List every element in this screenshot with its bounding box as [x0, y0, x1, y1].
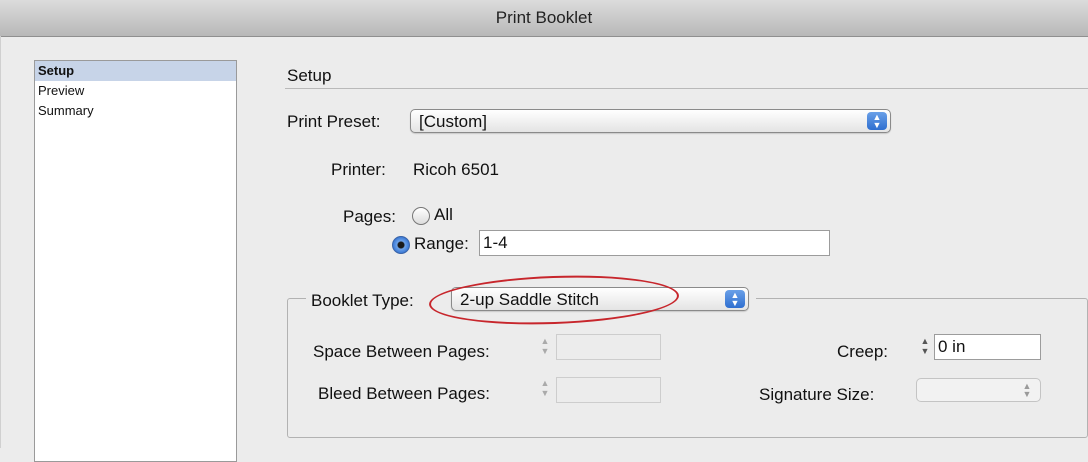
booklet-type-label: Booklet Type: [311, 291, 414, 310]
booklet-group-box [287, 298, 1088, 438]
pages-range-label: Range: [414, 234, 469, 253]
printer-label: Printer: [331, 160, 386, 179]
pages-label: Pages: [343, 207, 396, 226]
popup-arrows-icon: ▲ ▼ [725, 290, 745, 308]
space-between-pages-stepper[interactable]: ▲ ▼ [538, 336, 552, 362]
window-edge [0, 36, 1, 448]
section-heading: Setup [287, 66, 332, 85]
pages-range-input[interactable]: 1-4 [479, 230, 830, 256]
space-between-pages-label: Space Between Pages: [313, 342, 490, 361]
space-between-pages-input[interactable] [556, 334, 661, 360]
creep-stepper[interactable]: ▲ ▼ [918, 336, 932, 362]
print-preset-value: [Custom] [419, 112, 488, 131]
bleed-between-pages-label: Bleed Between Pages: [318, 384, 491, 403]
pages-all-label: All [434, 205, 453, 224]
window-title: Print Booklet [0, 0, 1088, 37]
creep-input[interactable]: 0 in [934, 334, 1041, 360]
sidebar-item-summary[interactable]: Summary [35, 101, 236, 121]
signature-size-label: Signature Size: [759, 385, 875, 404]
pages-all-radio[interactable] [412, 207, 430, 225]
bleed-between-pages-stepper[interactable]: ▲ ▼ [538, 378, 552, 404]
sidebar-item-preview[interactable]: Preview [35, 81, 236, 101]
print-preset-popup[interactable]: [Custom] ▲ ▼ [410, 109, 891, 133]
popup-arrows-icon: ▲ ▼ [1022, 381, 1032, 399]
creep-label: Creep: [837, 342, 889, 361]
printer-value: Ricoh 6501 [413, 160, 500, 179]
bleed-between-pages-input[interactable] [556, 377, 661, 403]
signature-size-popup[interactable]: ▲ ▼ [916, 378, 1041, 402]
sidebar-item-setup[interactable]: Setup [35, 61, 236, 81]
sidebar-list: Setup Preview Summary [34, 60, 237, 462]
popup-arrows-icon: ▲ ▼ [867, 112, 887, 130]
pages-range-radio[interactable] [392, 236, 410, 254]
heading-divider [285, 88, 1088, 89]
print-preset-label: Print Preset: [287, 112, 381, 131]
